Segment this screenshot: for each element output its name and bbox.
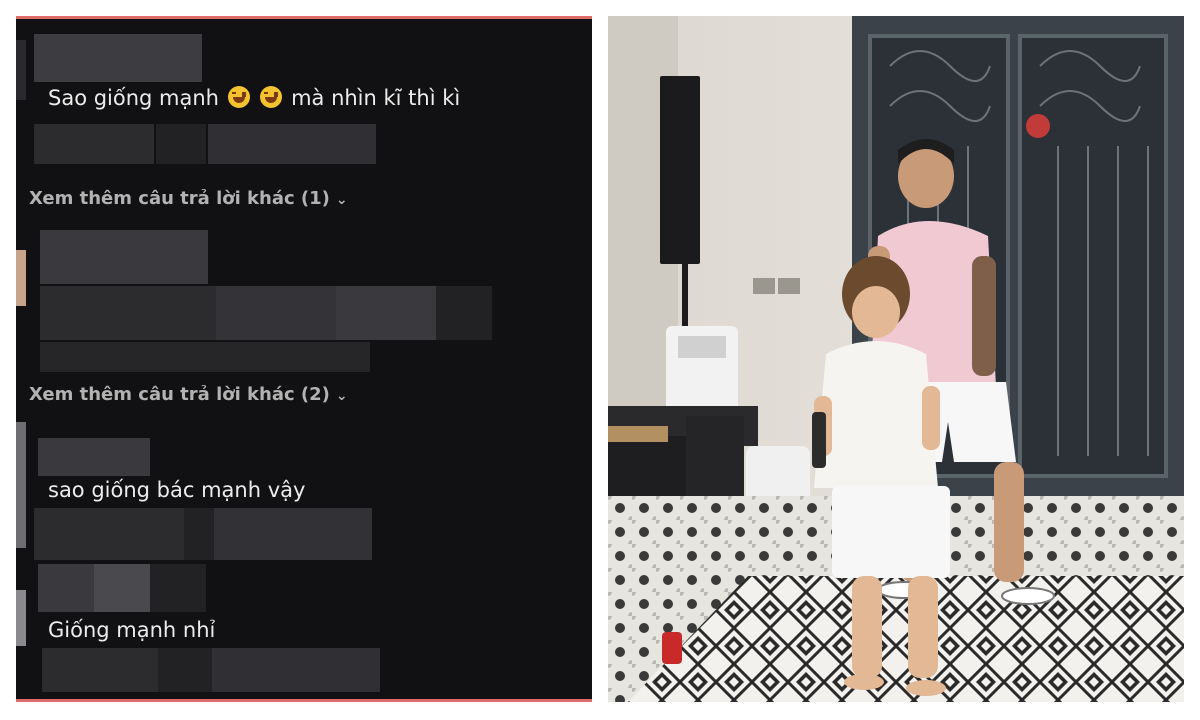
blurred-comment — [216, 286, 336, 340]
more-replies-label-1: Xem thêm câu trả lời khác (1) — [29, 188, 330, 209]
blurred-meta — [40, 342, 370, 372]
karaoke-photo — [608, 16, 1184, 702]
side-strip — [16, 422, 26, 548]
side-strip — [16, 590, 26, 646]
blurred-username — [34, 34, 202, 82]
blurred-username — [94, 564, 150, 612]
comment-1: Sao giống mạnh mà nhìn kĩ thì kì — [48, 86, 460, 110]
blurred-meta — [208, 124, 376, 164]
outlet — [753, 278, 775, 294]
more-replies-link-2[interactable]: Xem thêm câu trả lời khác (2) ⌄ — [29, 384, 348, 405]
more-replies-label-2: Xem thêm câu trả lời khác (2) — [29, 384, 330, 405]
face-with-tears-of-joy-icon — [227, 86, 250, 108]
blurred-username — [38, 438, 150, 476]
blurred-meta — [214, 508, 372, 560]
side-strip — [16, 250, 26, 306]
blurred-meta — [184, 508, 214, 560]
blurred-username — [150, 564, 206, 612]
blurred-meta — [156, 124, 206, 164]
comments-screenshot: Sao giống mạnh mà nhìn kĩ thì kì Xem thê… — [16, 16, 592, 702]
outlet — [778, 278, 800, 294]
comment-1-text-b: mà nhìn kĩ thì kì — [291, 86, 461, 110]
blurred-meta — [212, 648, 380, 692]
blurred-meta — [158, 648, 212, 692]
chevron-down-icon: ⌄ — [335, 192, 348, 208]
side-strip — [16, 40, 26, 100]
blurred-comment — [436, 286, 492, 340]
red-bottle — [662, 632, 682, 664]
blurred-comment — [336, 286, 436, 340]
blurred-meta — [34, 124, 154, 164]
blurred-username — [40, 230, 208, 284]
karaoke-photo-illustration — [608, 16, 1184, 702]
blurred-username — [38, 564, 94, 612]
blurred-meta — [42, 648, 158, 692]
top-border — [16, 16, 592, 19]
comment-3: Giống mạnh nhỉ — [48, 618, 216, 642]
chevron-down-icon: ⌄ — [335, 388, 348, 404]
blurred-comment — [40, 286, 240, 340]
comment-1-text-a: Sao giống mạnh — [48, 86, 219, 110]
comment-2: sao giống bác mạnh vậy — [48, 478, 306, 502]
face-with-tears-of-joy-icon — [260, 86, 283, 108]
blurred-meta — [34, 508, 184, 560]
bottom-border — [16, 699, 592, 702]
more-replies-link-1[interactable]: Xem thêm câu trả lời khác (1) ⌄ — [29, 188, 348, 209]
